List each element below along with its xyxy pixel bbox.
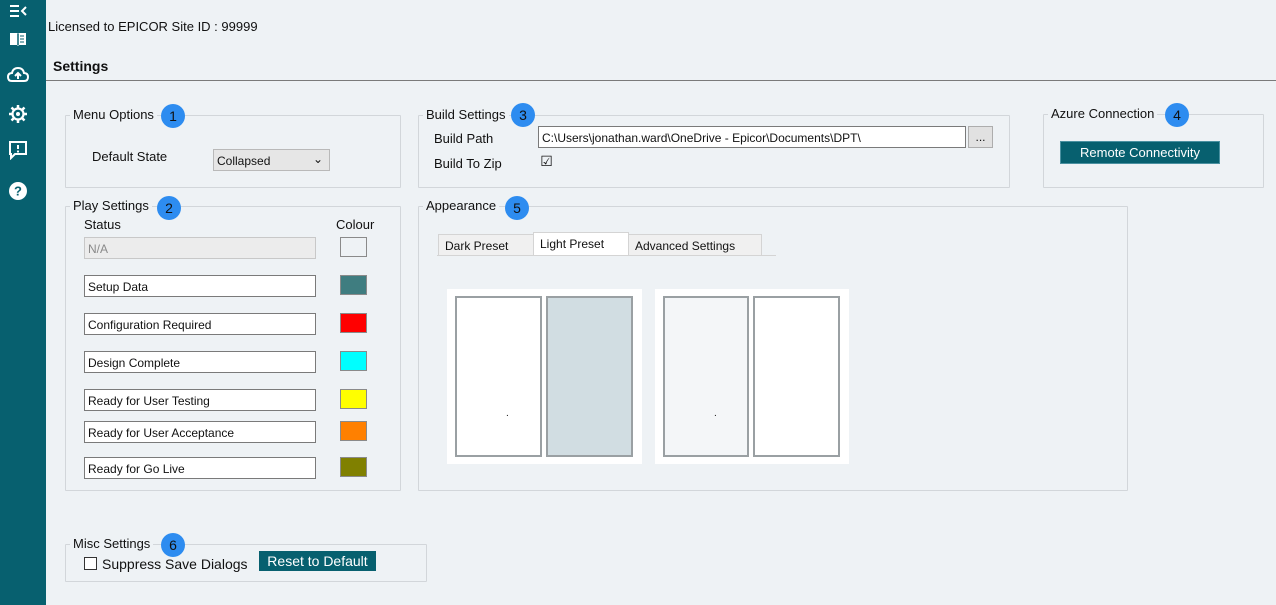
tab-advanced-settings[interactable]: Advanced Settings [628, 234, 762, 255]
remote-connectivity-button[interactable]: Remote Connectivity [1060, 141, 1220, 164]
status-field-configuration-required[interactable]: Configuration Required [84, 313, 316, 335]
colour-swatch-ready-for-user-acceptance[interactable] [340, 421, 367, 441]
colour-swatch-design-complete[interactable] [340, 351, 367, 371]
preview-panel-left: . [447, 289, 642, 464]
status-field-na: N/A [84, 237, 316, 259]
menu-options-badge: 1 [161, 104, 185, 128]
preview-pane: . [663, 296, 749, 457]
preview-pane [753, 296, 840, 457]
preview-dot: . [714, 408, 717, 419]
colour-swatch-ready-for-go-live[interactable] [340, 457, 367, 477]
appearance-legend: Appearance [423, 198, 500, 213]
misc-settings-legend: Misc Settings [70, 536, 154, 551]
colour-header: Colour [336, 217, 375, 232]
preview-panel-right: . [655, 289, 849, 464]
preview-dot: . [506, 408, 509, 419]
menu-options-legend: Menu Options [70, 107, 157, 122]
build-path-label: Build Path [434, 131, 494, 146]
help-icon[interactable]: ? [7, 180, 29, 202]
tab-light-preset[interactable]: Light Preset [533, 232, 629, 255]
play-settings-legend: Play Settings [70, 198, 152, 213]
page-title: Settings [53, 58, 109, 74]
colour-swatch-ready-for-user-testing[interactable] [340, 389, 367, 409]
build-to-zip-checkbox[interactable]: ☑ [540, 154, 553, 169]
tab-dark-preset[interactable]: Dark Preset [438, 234, 534, 255]
build-to-zip-label: Build To Zip [434, 156, 502, 171]
status-field-ready-for-go-live[interactable]: Ready for Go Live [84, 457, 316, 479]
reset-to-default-button[interactable]: Reset to Default [259, 551, 376, 571]
title-divider [46, 80, 1276, 81]
browse-button[interactable]: ... [968, 126, 993, 148]
build-path-input[interactable]: C:\Users\jonathan.ward\OneDrive - Epicor… [538, 126, 966, 148]
status-field-setup-data[interactable]: Setup Data [84, 275, 316, 297]
status-field-design-complete[interactable]: Design Complete [84, 351, 316, 373]
azure-connection-legend: Azure Connection [1048, 106, 1158, 121]
colour-swatch-na[interactable] [340, 237, 367, 257]
misc-settings-badge: 6 [161, 533, 185, 557]
status-field-ready-for-user-acceptance[interactable]: Ready for User Acceptance [84, 421, 316, 443]
gear-icon[interactable] [7, 103, 29, 125]
book-icon[interactable] [7, 28, 29, 50]
license-text: Licensed to EPICOR Site ID : 99999 [48, 19, 258, 34]
colour-swatch-setup-data[interactable] [340, 275, 367, 295]
colour-swatch-configuration-required[interactable] [340, 313, 367, 333]
build-settings-badge: 3 [511, 103, 535, 127]
tab-strip-divider [437, 255, 776, 256]
status-header: Status [84, 217, 121, 232]
default-state-label: Default State [92, 149, 168, 164]
azure-connection-badge: 4 [1165, 103, 1189, 127]
svg-text:?: ? [14, 184, 22, 199]
feedback-icon[interactable] [7, 139, 29, 161]
chevron-down-icon: ⌄ [312, 152, 323, 166]
sidebar: ? [0, 0, 46, 605]
suppress-save-dialogs-checkbox[interactable] [84, 557, 97, 570]
appearance-badge: 5 [505, 196, 529, 220]
build-settings-legend: Build Settings [423, 107, 509, 122]
status-field-ready-for-user-testing[interactable]: Ready for User Testing [84, 389, 316, 411]
default-state-select[interactable]: Collapsed ⌄ [213, 149, 330, 171]
preview-pane: . [455, 296, 542, 457]
suppress-save-dialogs-label: Suppress Save Dialogs [102, 556, 248, 572]
default-state-value: Collapsed [217, 154, 271, 168]
cloud-upload-icon[interactable] [7, 64, 29, 86]
preview-pane [546, 296, 633, 457]
collapse-menu-icon[interactable] [7, 0, 29, 22]
play-settings-badge: 2 [157, 196, 181, 220]
